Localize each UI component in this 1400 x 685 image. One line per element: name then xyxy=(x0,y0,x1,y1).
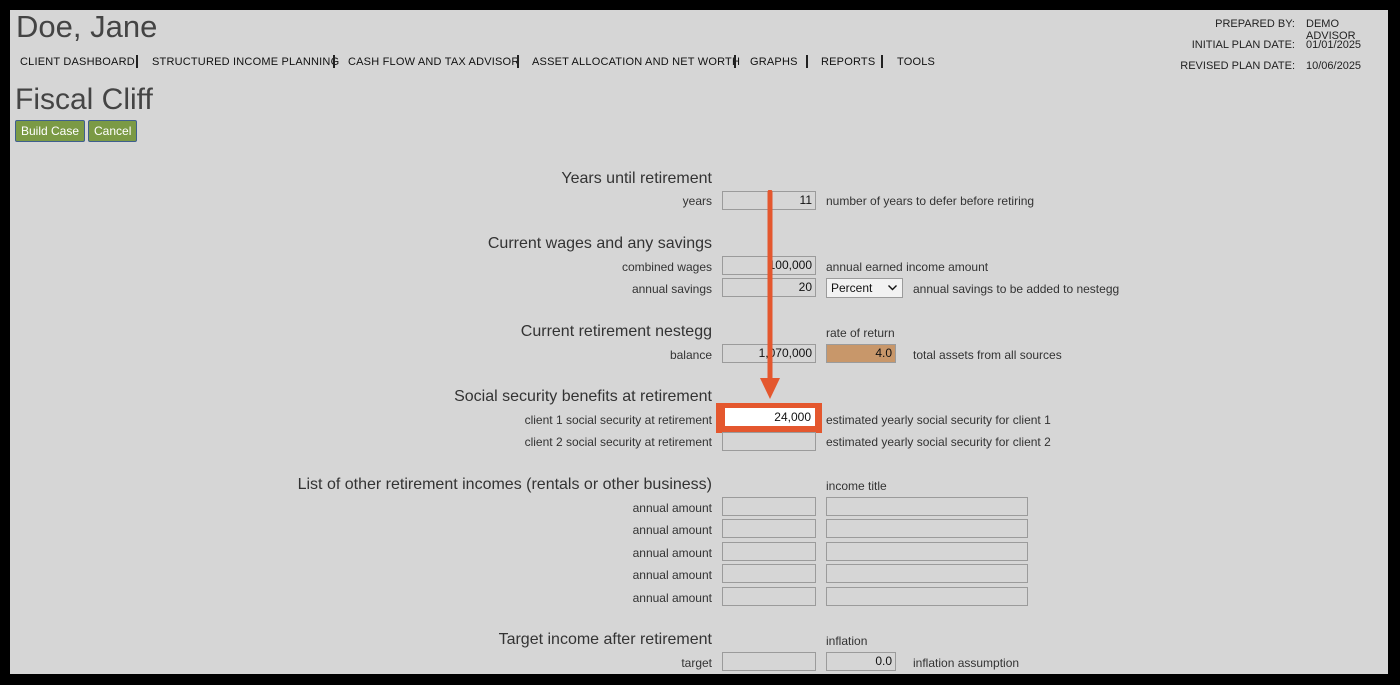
other-income-label: annual amount xyxy=(632,523,712,537)
revised-plan-date-label: REVISED PLAN DATE: xyxy=(1180,60,1295,72)
inflation-input[interactable]: 0.0 xyxy=(826,652,896,671)
other-income-amount-input[interactable] xyxy=(722,542,816,561)
years-desc: number of years to defer before retiring xyxy=(826,194,1035,208)
other-income-amount-input[interactable] xyxy=(722,564,816,583)
other-income-title-input[interactable] xyxy=(826,564,1028,583)
nav-tools[interactable]: TOOLS xyxy=(897,56,935,68)
balance-label: balance xyxy=(669,348,712,362)
client2-ss-input[interactable] xyxy=(722,432,816,451)
nav-separator xyxy=(517,55,519,68)
client1-ss-desc: estimated yearly social security for cli… xyxy=(826,413,1051,427)
other-income-title-input[interactable] xyxy=(826,519,1028,538)
client1-ss-label: client 1 social security at retirement xyxy=(524,413,712,427)
nav-separator xyxy=(136,55,138,68)
chevron-down-icon xyxy=(888,285,897,291)
other-income-label: annual amount xyxy=(632,501,712,515)
savings-type-value: Percent xyxy=(831,281,873,295)
rate-of-return-input[interactable]: 4.0 xyxy=(826,344,896,363)
nestegg-heading: Current retirement nestegg xyxy=(520,323,712,340)
nav-graphs[interactable]: GRAPHS xyxy=(750,56,798,68)
app-window: Doe, Jane PREPARED BY: DEMO ADVISOR INIT… xyxy=(10,10,1388,674)
other-income-amount-input[interactable] xyxy=(722,519,816,538)
combined-wages-desc: annual earned income amount xyxy=(826,260,989,274)
other-income-label: annual amount xyxy=(632,568,712,582)
other-income-title-input[interactable] xyxy=(826,497,1028,516)
rate-of-return-heading: rate of return xyxy=(826,326,895,340)
wages-heading: Current wages and any savings xyxy=(487,235,712,252)
cancel-button[interactable]: Cancel xyxy=(88,120,138,142)
target-income-heading: Target income after retirement xyxy=(498,631,712,648)
years-heading: Years until retirement xyxy=(561,170,712,187)
annual-savings-desc: annual savings to be added to nestegg xyxy=(913,282,1120,296)
income-title-heading: income title xyxy=(826,479,887,493)
nav-separator xyxy=(734,55,736,68)
other-income-title-input[interactable] xyxy=(826,542,1028,561)
other-income-amount-input[interactable] xyxy=(722,497,816,516)
other-incomes-heading: List of other retirement incomes (rental… xyxy=(297,476,712,493)
inflation-desc: inflation assumption xyxy=(913,656,1020,670)
revised-plan-date: 10/06/2025 xyxy=(1306,60,1362,72)
years-label: years xyxy=(682,194,712,208)
combined-wages-label: combined wages xyxy=(621,260,712,274)
inflation-heading: inflation xyxy=(826,634,868,648)
balance-desc: total assets from all sources xyxy=(913,348,1062,362)
client2-ss-label: client 2 social security at retirement xyxy=(524,435,712,449)
client1-ss-input[interactable]: 24,000 xyxy=(725,408,815,426)
client-name: Doe, Jane xyxy=(16,10,158,44)
nav-reports[interactable]: REPORTS xyxy=(821,56,875,68)
target-input[interactable] xyxy=(722,652,816,671)
initial-plan-date: 01/01/2025 xyxy=(1306,39,1362,51)
social-security-heading: Social security benefits at retirement xyxy=(454,388,712,405)
client2-ss-desc: estimated yearly social security for cli… xyxy=(826,435,1051,449)
nav-separator xyxy=(806,55,808,68)
other-income-amount-input[interactable] xyxy=(722,587,816,606)
target-label: target xyxy=(681,656,712,670)
build-case-button[interactable]: Build Case xyxy=(15,120,86,142)
nav-separator xyxy=(333,55,335,68)
nav-separator xyxy=(881,55,883,68)
nav-structured-income-planning[interactable]: STRUCTURED INCOME PLANNING xyxy=(152,56,339,68)
prepared-by-label: PREPARED BY: xyxy=(1215,18,1295,30)
savings-type-select[interactable]: Percent xyxy=(826,278,903,298)
annotation-arrow-icon xyxy=(760,190,780,399)
other-income-label: annual amount xyxy=(632,546,712,560)
nav-asset-allocation-net-worth[interactable]: ASSET ALLOCATION AND NET WORTH xyxy=(532,56,740,68)
nav-client-dashboard[interactable]: CLIENT DASHBOARD xyxy=(20,56,135,68)
nav-cash-flow-tax-advisor[interactable]: CASH FLOW AND TAX ADVISOR xyxy=(348,56,519,68)
initial-plan-date-label: INITIAL PLAN DATE: xyxy=(1191,39,1295,51)
page-title: Fiscal Cliff xyxy=(15,83,153,116)
other-income-title-input[interactable] xyxy=(826,587,1028,606)
other-income-label: annual amount xyxy=(632,591,712,605)
annual-savings-label: annual savings xyxy=(631,282,712,296)
